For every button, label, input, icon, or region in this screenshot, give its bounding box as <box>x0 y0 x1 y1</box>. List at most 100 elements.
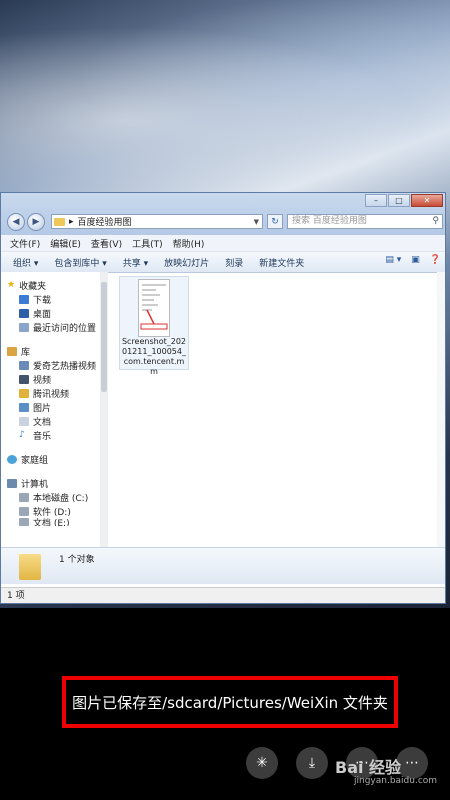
menu-tools[interactable]: 工具(T) <box>127 237 168 250</box>
menu-view[interactable]: 查看(V) <box>86 237 127 250</box>
nav-item-drive-d[interactable]: 软件 (D:) <box>1 504 100 518</box>
nav-computer[interactable]: 计算机 <box>1 476 100 490</box>
search-input[interactable]: 搜索 百度经验用图 ⚲ <box>287 214 443 229</box>
status-bar: 1 项 <box>1 587 445 603</box>
documents-icon <box>19 416 29 426</box>
nav-item-documents[interactable]: 文档 <box>1 414 100 428</box>
refresh-icon[interactable]: ↻ <box>267 214 283 229</box>
view-controls: ▤ ▾ ▣ ❓ <box>385 255 441 265</box>
explorer-body: ★ 收藏夹 下载 桌面 最近访问的位置 库 爱奇艺热播视频 视频 腾讯视频 图片… <box>1 272 445 547</box>
back-icon[interactable]: ◀ <box>7 213 25 231</box>
drive-icon <box>19 506 29 516</box>
thumbnail-image <box>140 284 168 330</box>
address-text: 百度经验用图 <box>77 218 132 228</box>
library-icon <box>7 346 17 356</box>
preview-pane-icon[interactable]: ▣ <box>411 255 420 265</box>
forward-icon[interactable]: ▶ <box>27 213 45 231</box>
navigation-pane: ★ 收藏夹 下载 桌面 最近访问的位置 库 爱奇艺热播视频 视频 腾讯视频 图片… <box>1 272 101 547</box>
nav-item-label: 本地磁盘 (C:) <box>33 493 89 504</box>
recent-places-icon <box>19 322 29 332</box>
nav-item-pictures[interactable]: 图片 <box>1 400 100 414</box>
nav-item-drive-e[interactable]: 文档 (E:) <box>1 518 100 526</box>
burn-button[interactable]: 刻录 <box>217 256 251 269</box>
chevron-down-icon[interactable]: ▼ <box>254 218 262 226</box>
music-icon: ♪ <box>19 430 25 440</box>
nav-item-label: 图片 <box>33 403 52 414</box>
nav-scrollbar[interactable] <box>100 272 108 547</box>
nav-libraries-label: 库 <box>21 347 31 358</box>
desktop-wallpaper <box>0 0 450 200</box>
nav-item-tencent-video[interactable]: 腾讯视频 <box>1 386 100 400</box>
nav-item-label: 文档 <box>33 417 52 428</box>
nav-item-label: 文档 (E:) <box>33 518 70 527</box>
nav-computer-label: 计算机 <box>21 479 49 490</box>
folder-icon <box>54 217 65 226</box>
nav-item-label: 软件 (D:) <box>33 507 71 518</box>
desktop-icon <box>19 308 29 318</box>
homegroup-icon <box>7 454 17 464</box>
watermark-brand: Bai 经验 <box>335 758 402 777</box>
nav-homegroup-label: 家庭组 <box>21 455 49 466</box>
search-icon[interactable]: ⚲ <box>432 215 439 228</box>
nav-item-videos[interactable]: 视频 <box>1 372 100 386</box>
nav-favorites[interactable]: ★ 收藏夹 <box>1 278 100 292</box>
spark-icon[interactable]: ✳ <box>246 747 278 779</box>
window-controls: – □ ✕ <box>365 194 443 207</box>
videos-icon <box>19 374 29 384</box>
pictures-icon <box>19 402 29 412</box>
nav-item-label: 音乐 <box>33 431 52 442</box>
organize-button[interactable]: 组织 ▾ <box>5 256 46 269</box>
drive-icon <box>19 492 29 502</box>
details-pane: 1 个对象 <box>1 547 445 584</box>
folder-icon <box>19 388 29 398</box>
drive-icon <box>19 518 29 526</box>
video-folder-icon <box>19 360 29 370</box>
include-in-library-button[interactable]: 包含到库中 ▾ <box>46 256 114 269</box>
help-icon[interactable]: ❓ <box>430 255 441 265</box>
download-icon[interactable]: ⤓ <box>296 747 328 779</box>
minimize-icon[interactable]: – <box>365 194 387 207</box>
nav-item-label: 腾讯视频 <box>33 389 70 400</box>
chevron-right-icon: ▸ <box>69 216 74 227</box>
menu-file[interactable]: 文件(F) <box>5 237 45 250</box>
nav-item-music[interactable]: ♪ 音乐 <box>1 428 100 442</box>
view-options-icon[interactable]: ▤ ▾ <box>385 255 401 265</box>
computer-icon <box>7 478 17 488</box>
details-count: 1 个对象 <box>59 555 95 565</box>
menu-bar: 文件(F) 编辑(E) 查看(V) 工具(T) 帮助(H) <box>1 235 445 252</box>
star-icon: ★ <box>7 280 16 290</box>
share-button[interactable]: 共享 ▾ <box>115 256 156 269</box>
nav-libraries[interactable]: 库 <box>1 344 100 358</box>
nav-homegroup[interactable]: 家庭组 <box>1 452 100 466</box>
nav-item-label: 爱奇艺热播视频 <box>33 361 97 372</box>
nav-item-recent[interactable]: 最近访问的位置 <box>1 320 100 334</box>
menu-edit[interactable]: 编辑(E) <box>45 237 86 250</box>
nav-favorites-label: 收藏夹 <box>19 281 47 292</box>
new-folder-button[interactable]: 新建文件夹 <box>251 256 312 269</box>
title-bar: – □ ✕ ◀ ▶ ▸ 百度经验用图 ▼ ↻ 搜索 百度经验用图 ⚲ <box>1 193 445 235</box>
nav-item-label: 视频 <box>33 375 52 386</box>
folder-icon <box>19 554 41 580</box>
scrollbar-thumb[interactable] <box>101 282 107 392</box>
file-thumbnail <box>138 279 170 337</box>
watermark-url: jingyan.baidu.com <box>354 776 438 786</box>
nav-item-drive-c[interactable]: 本地磁盘 (C:) <box>1 490 100 504</box>
nav-item-label: 桌面 <box>33 309 52 320</box>
address-bar[interactable]: ▸ 百度经验用图 ▼ <box>51 214 263 229</box>
nav-item-iqiyi[interactable]: 爱奇艺热播视频 <box>1 358 100 372</box>
slideshow-button[interactable]: 放映幻灯片 <box>156 256 217 269</box>
nav-item-label: 最近访问的位置 <box>33 323 97 334</box>
nav-item-desktop[interactable]: 桌面 <box>1 306 100 320</box>
nav-item-downloads[interactable]: 下载 <box>1 292 100 306</box>
search-placeholder: 搜索 百度经验用图 <box>292 216 367 226</box>
content-scrollbar[interactable] <box>437 272 445 547</box>
file-item[interactable]: Screenshot_20201211_100054_com.tencent.m… <box>119 276 189 376</box>
close-icon[interactable]: ✕ <box>411 194 443 207</box>
nav-item-label: 下载 <box>33 295 52 306</box>
save-toast: 图片已保存至/sdcard/Pictures/WeiXin 文件夹 <box>62 676 398 728</box>
file-name: Screenshot_20201211_100054_com.tencent.m… <box>121 337 187 376</box>
menu-help[interactable]: 帮助(H) <box>168 237 210 250</box>
maximize-icon[interactable]: □ <box>388 194 410 207</box>
explorer-window: – □ ✕ ◀ ▶ ▸ 百度经验用图 ▼ ↻ 搜索 百度经验用图 ⚲ 文件(F)… <box>0 192 446 604</box>
command-toolbar: 组织 ▾ 包含到库中 ▾ 共享 ▾ 放映幻灯片 刻录 新建文件夹 ▤ ▾ ▣ ❓ <box>1 252 445 273</box>
